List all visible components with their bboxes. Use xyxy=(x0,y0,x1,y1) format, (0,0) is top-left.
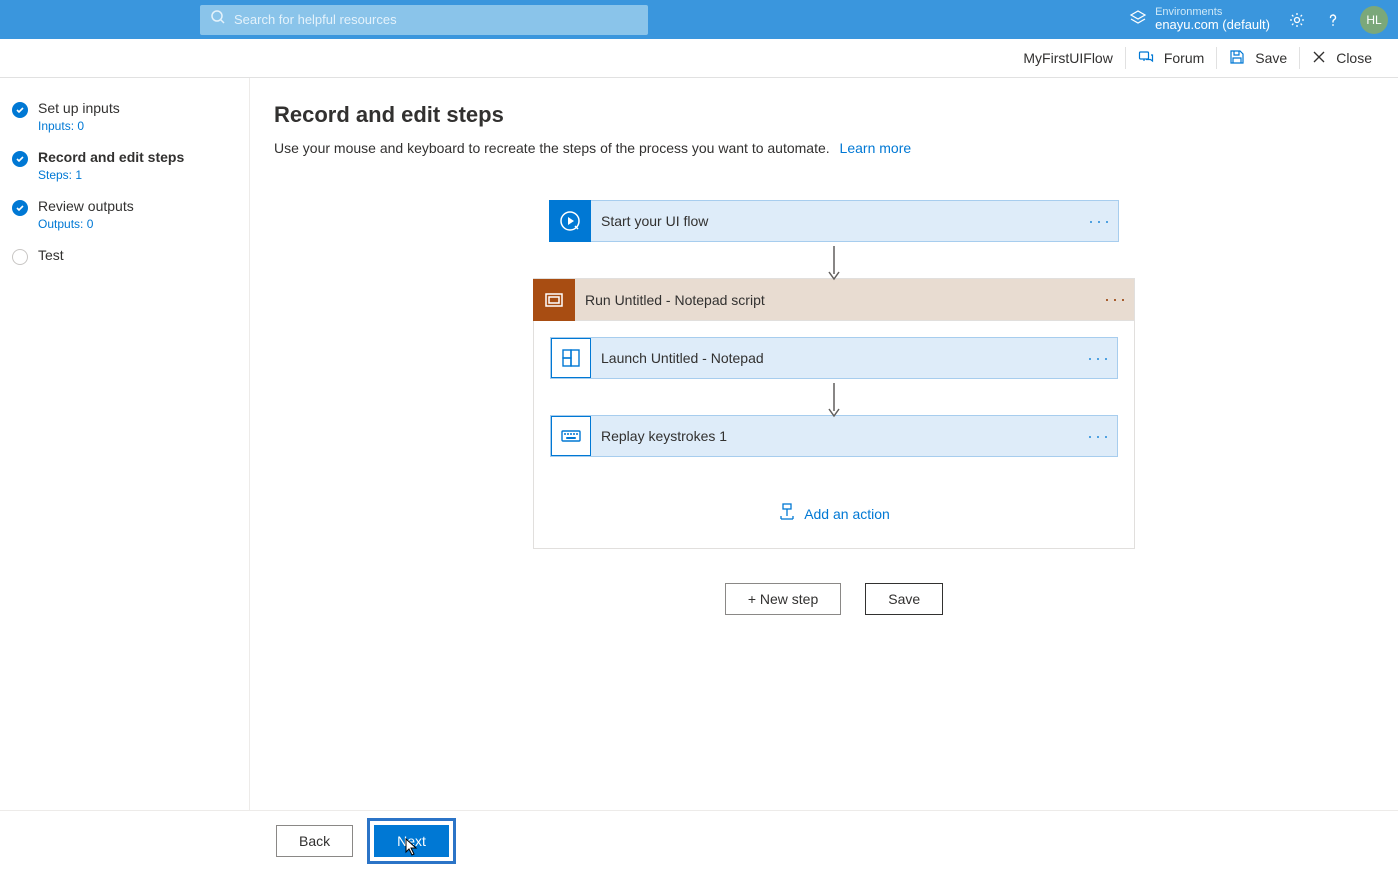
back-label: Back xyxy=(299,833,330,849)
check-icon xyxy=(12,102,28,118)
avatar[interactable]: HL xyxy=(1360,6,1388,34)
page-title: Record and edit steps xyxy=(274,102,1394,128)
script-container: Run Untitled - Notepad script ··· Launch… xyxy=(533,278,1135,549)
nav-step-test[interactable]: Test xyxy=(10,239,239,273)
empty-dot-icon xyxy=(12,249,28,265)
settings-icon[interactable] xyxy=(1288,11,1306,29)
forum-label: Forum xyxy=(1164,50,1204,66)
nav-subtitle: Outputs: 0 xyxy=(38,217,134,231)
add-action-icon xyxy=(778,503,796,524)
step-label: Replay keystrokes 1 xyxy=(591,428,1081,444)
nav-step-outputs[interactable]: Review outputs Outputs: 0 xyxy=(10,190,239,239)
step-label: Start your UI flow xyxy=(591,213,1082,229)
step-label: Run Untitled - Notepad script xyxy=(575,292,1098,308)
add-action-label: Add an action xyxy=(804,506,890,522)
window-icon xyxy=(551,338,591,378)
next-label: Next xyxy=(397,833,426,849)
close-button[interactable]: Close xyxy=(1300,39,1384,77)
next-button[interactable]: Next xyxy=(374,825,449,857)
nav-subtitle: Steps: 1 xyxy=(38,168,184,182)
search-box[interactable] xyxy=(200,5,648,35)
forum-button[interactable]: Forum xyxy=(1126,39,1216,77)
page-description: Use your mouse and keyboard to recreate … xyxy=(274,140,1394,156)
nav-title: Test xyxy=(38,247,64,263)
step-menu-icon[interactable]: ··· xyxy=(1081,426,1117,447)
step-menu-icon[interactable]: ··· xyxy=(1082,211,1118,232)
script-icon xyxy=(533,279,575,321)
wizard-nav: Set up inputs Inputs: 0 Record and edit … xyxy=(0,78,250,810)
canvas-save-button[interactable]: Save xyxy=(865,583,943,615)
step-replay-keystrokes[interactable]: Replay keystrokes 1 ··· xyxy=(550,415,1118,457)
nav-title: Record and edit steps xyxy=(38,149,184,165)
connector-arrow-icon xyxy=(833,383,835,411)
flow-title-text: MyFirstUIFlow xyxy=(1023,50,1112,66)
nav-subtitle: Inputs: 0 xyxy=(38,119,120,133)
environment-picker[interactable]: Environments enayu.com (default) xyxy=(1129,7,1270,32)
environment-icon xyxy=(1129,8,1147,31)
flow-canvas: Start your UI flow ··· Run Untitled - No… xyxy=(274,200,1394,615)
top-header: Environments enayu.com (default) HL xyxy=(0,0,1398,39)
back-button[interactable]: Back xyxy=(276,825,353,857)
check-icon xyxy=(12,151,28,167)
save-button[interactable]: Save xyxy=(1217,39,1299,77)
nav-step-record[interactable]: Record and edit steps Steps: 1 xyxy=(10,141,239,190)
main-content: Record and edit steps Use your mouse and… xyxy=(250,78,1398,810)
save-icon xyxy=(1229,49,1245,68)
step-start-ui-flow[interactable]: Start your UI flow ··· xyxy=(549,200,1119,242)
play-record-icon xyxy=(549,200,591,242)
step-menu-icon[interactable]: ··· xyxy=(1081,348,1117,369)
keyboard-icon xyxy=(551,416,591,456)
wizard-footer: Back Next xyxy=(0,810,1398,870)
step-label: Launch Untitled - Notepad xyxy=(591,350,1081,366)
search-input[interactable] xyxy=(234,12,638,27)
step-launch-notepad[interactable]: Launch Untitled - Notepad ··· xyxy=(550,337,1118,379)
close-label: Close xyxy=(1336,50,1372,66)
new-step-label: + New step xyxy=(748,591,818,607)
canvas-save-label: Save xyxy=(888,591,920,607)
close-icon xyxy=(1312,50,1326,67)
toolbar: MyFirstUIFlow Forum Save Close xyxy=(0,39,1398,78)
nav-title: Review outputs xyxy=(38,198,134,214)
check-icon xyxy=(12,200,28,216)
nav-title: Set up inputs xyxy=(38,100,120,116)
nav-step-inputs[interactable]: Set up inputs Inputs: 0 xyxy=(10,92,239,141)
environment-name: enayu.com (default) xyxy=(1155,18,1270,32)
search-icon xyxy=(210,9,226,30)
next-button-highlight: Next xyxy=(367,818,456,864)
add-action-button[interactable]: Add an action xyxy=(778,503,890,524)
forum-icon xyxy=(1138,49,1154,68)
help-icon[interactable] xyxy=(1324,11,1342,29)
step-run-script[interactable]: Run Untitled - Notepad script ··· xyxy=(534,279,1134,321)
step-menu-icon[interactable]: ··· xyxy=(1098,289,1134,310)
new-step-button[interactable]: + New step xyxy=(725,583,841,615)
topbar-right: Environments enayu.com (default) HL xyxy=(1129,6,1388,34)
save-label: Save xyxy=(1255,50,1287,66)
flow-title: MyFirstUIFlow xyxy=(1011,39,1124,77)
learn-more-link[interactable]: Learn more xyxy=(840,140,912,156)
avatar-initials: HL xyxy=(1366,13,1381,27)
page-desc-text: Use your mouse and keyboard to recreate … xyxy=(274,140,830,156)
connector-arrow-icon xyxy=(833,246,835,274)
flow-bottom-buttons: + New step Save xyxy=(725,583,943,615)
